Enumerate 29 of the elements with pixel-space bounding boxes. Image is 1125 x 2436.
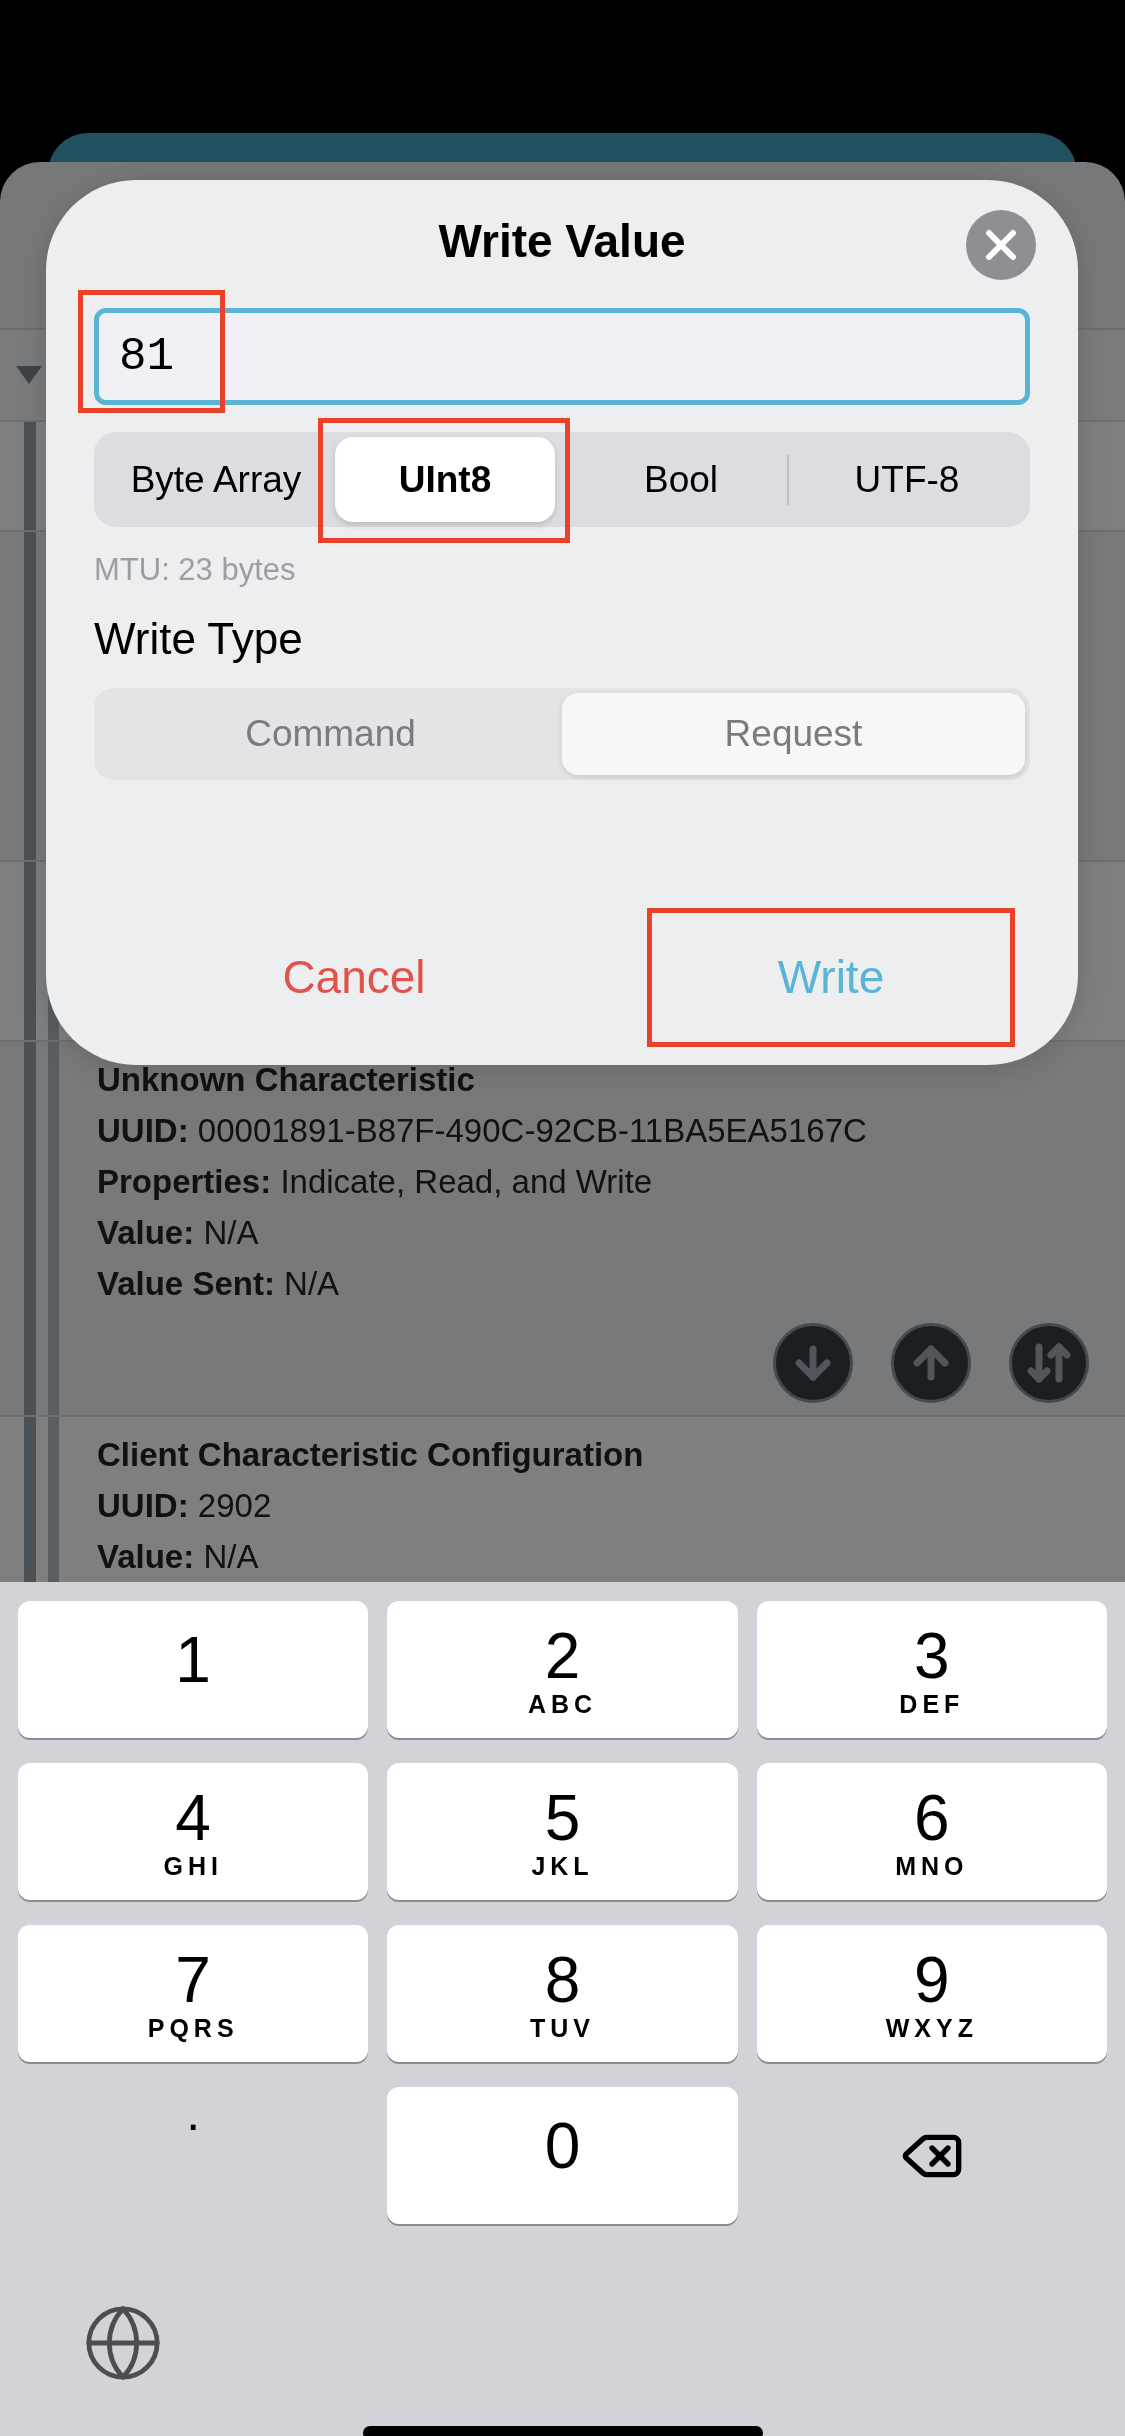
- keypad-key[interactable]: 1: [18, 1601, 369, 1738]
- write-type-tab[interactable]: Request: [562, 693, 1025, 775]
- characteristic-field: Value: N/A: [97, 1531, 1089, 1582]
- characteristic-field: Properties: Indicate, Read, and Write: [97, 1156, 1089, 1207]
- keypad-key[interactable]: 2 ABC: [387, 1601, 738, 1738]
- mtu-label: MTU: 23 bytes: [94, 552, 297, 588]
- characteristic-field: Value Sent: N/A: [97, 1258, 1089, 1309]
- keypad-key[interactable]: 8 TUV: [387, 1925, 738, 2062]
- decimal-key[interactable]: .: [18, 2087, 369, 2224]
- format-tab[interactable]: UInt8: [335, 437, 555, 522]
- write-type-heading: Write Type: [94, 613, 304, 664]
- characteristic-name: Client Characteristic Configuration: [97, 1435, 645, 1475]
- keypad-key[interactable]: 3 DEF: [756, 1601, 1107, 1738]
- format-tab[interactable]: Bool: [575, 437, 787, 522]
- characteristic-field: Value: N/A: [97, 1207, 1089, 1258]
- format-tab[interactable]: UTF-8: [789, 437, 1025, 522]
- characteristic-field: UUID: 2902: [97, 1480, 1089, 1531]
- keypad-key[interactable]: 5 JKL: [387, 1763, 738, 1900]
- value-field[interactable]: 81: [94, 308, 1030, 405]
- characteristic-field: UUID: 00001891-B87F-490C-92CB-11BA5EA5167C: [97, 1105, 1089, 1156]
- collapse-triangle-icon[interactable]: [16, 366, 42, 384]
- characteristic-name: Unknown Characteristic: [97, 1060, 476, 1100]
- keypad-key[interactable]: 4 GHI: [18, 1763, 369, 1900]
- dialog-title: Write Value: [438, 214, 686, 269]
- keypad-key[interactable]: 7 PQRS: [18, 1925, 369, 2062]
- keypad-key[interactable]: 9 WXYZ: [756, 1925, 1107, 2062]
- keypad-key[interactable]: 0: [387, 2087, 738, 2224]
- keypad-key[interactable]: 6 MNO: [756, 1763, 1107, 1900]
- format-tab[interactable]: Byte Array: [99, 437, 333, 522]
